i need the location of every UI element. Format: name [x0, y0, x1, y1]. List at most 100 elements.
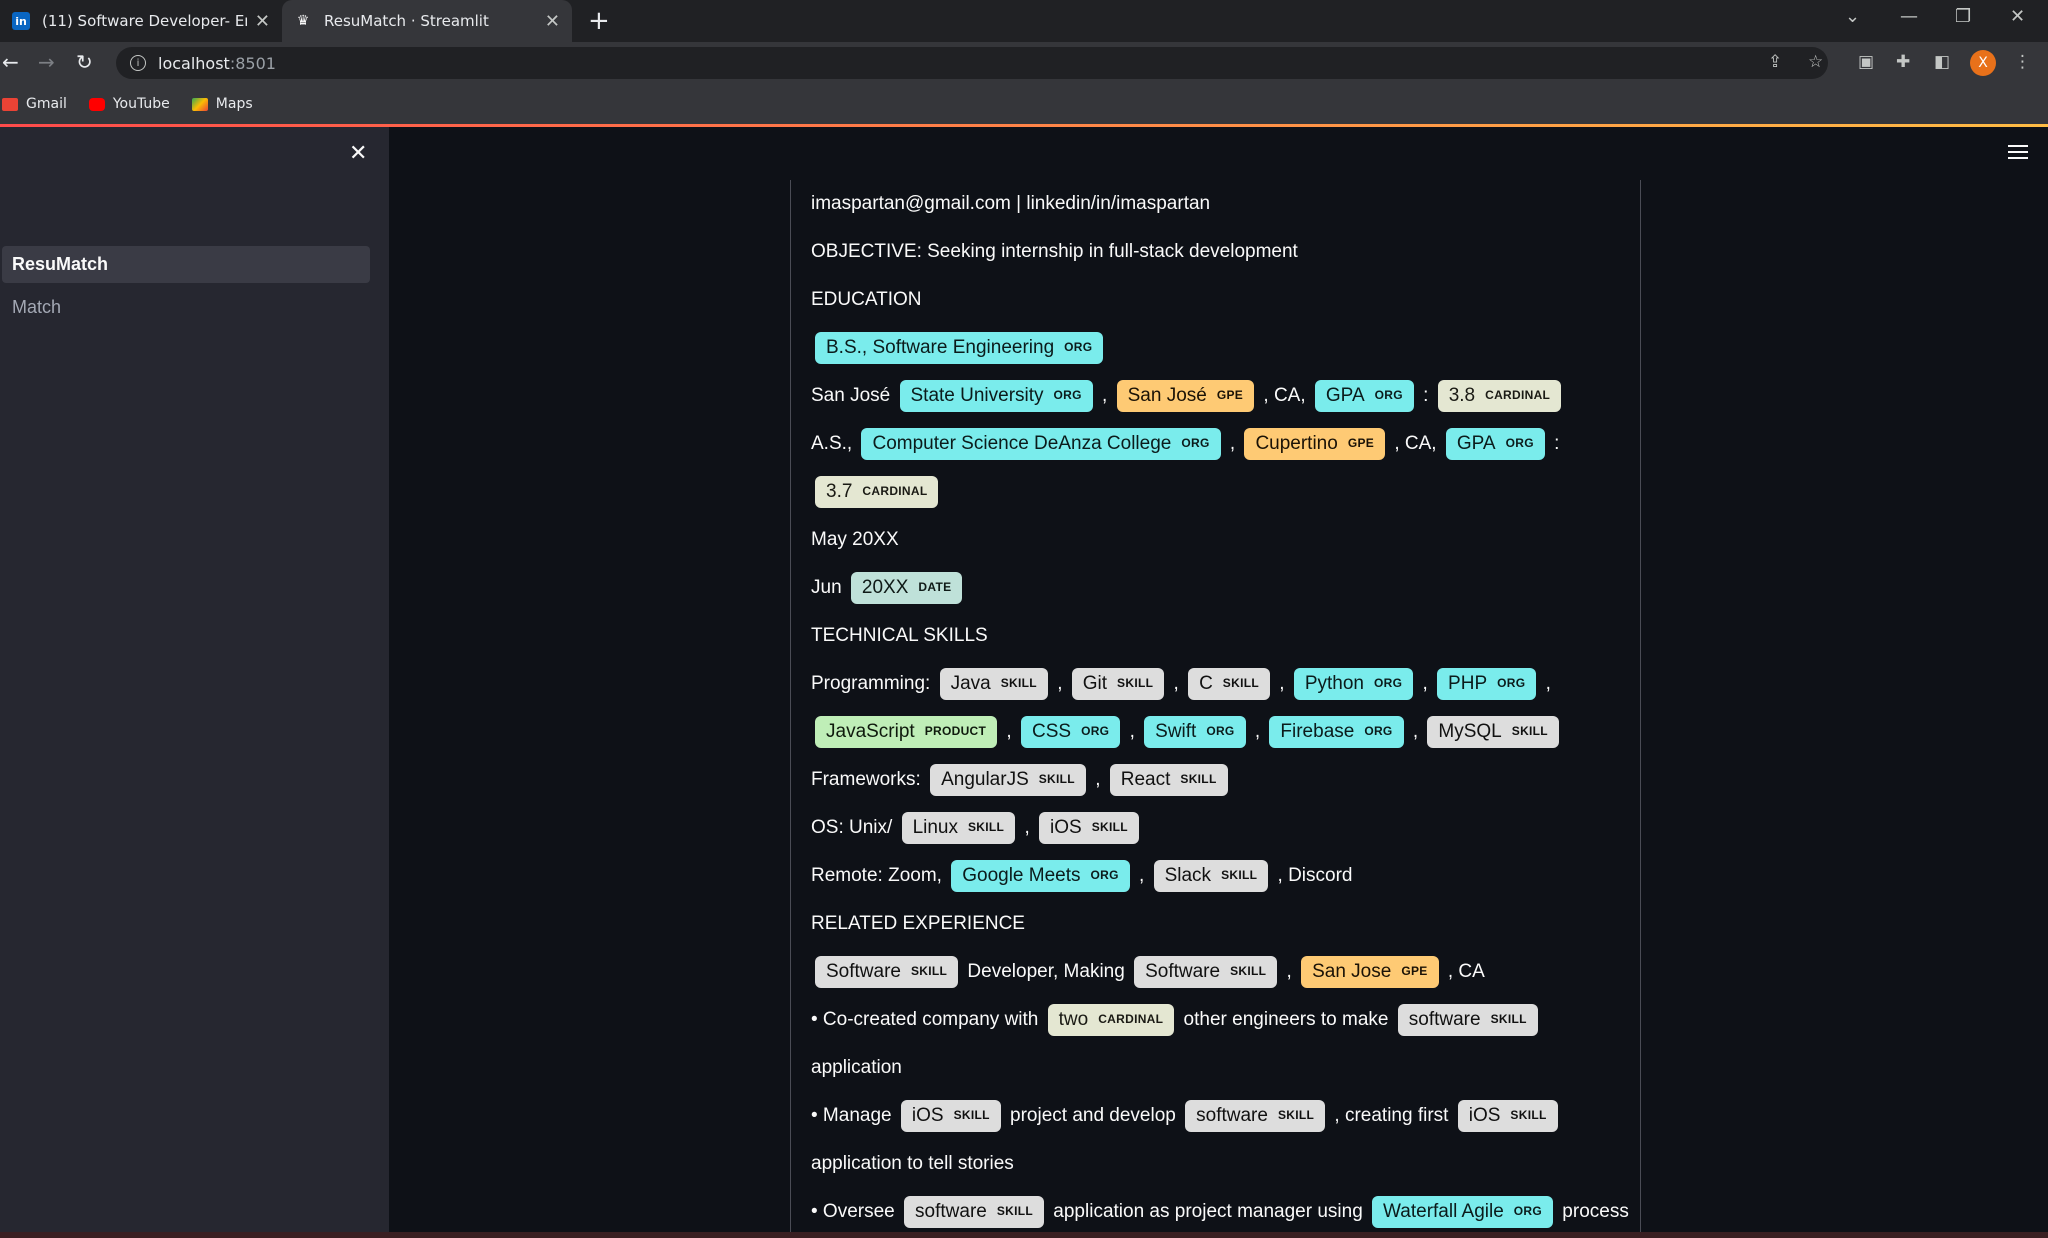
browser-menu-icon[interactable]: ⋮: [2014, 52, 2031, 72]
entity-highlight: Java SKILL: [939, 667, 1048, 701]
browser-tab-resumatch[interactable]: ♛ ResuMatch · Streamlit ✕: [282, 0, 572, 42]
entity-text: Git: [1082, 672, 1108, 694]
resume-line: TECHNICAL SKILLS: [811, 612, 1640, 660]
entity-text: Linux: [912, 816, 958, 838]
entity-text: iOS: [1468, 1104, 1501, 1126]
entity-highlight: San Jose GPE: [1301, 955, 1439, 989]
entity-text: Firebase: [1280, 720, 1355, 742]
resume-text: ,: [1133, 865, 1150, 886]
entity-highlight: software SKILL: [1397, 1003, 1538, 1037]
entity-label: ORG: [1374, 388, 1403, 403]
entity-highlight: GPA ORG: [1314, 379, 1414, 413]
entity-label: ORG: [1513, 1204, 1543, 1219]
url-port: :8501: [229, 53, 276, 73]
gmail-icon: [2, 97, 18, 111]
address-bar[interactable]: i localhost:8501: [116, 47, 1828, 79]
entity-highlight: 20XX DATE: [850, 571, 963, 605]
entity-highlight: iOS SKILL: [1039, 811, 1139, 845]
bookmark-youtube[interactable]: YouTube: [88, 96, 170, 112]
entity-highlight: 3.8 CARDINAL: [1437, 379, 1562, 413]
site-info-icon[interactable]: i: [130, 55, 146, 71]
entity-highlight: JavaScript PRODUCT: [815, 715, 998, 749]
entity-text: GPA: [1456, 432, 1496, 454]
close-window-icon[interactable]: ✕: [2010, 6, 2025, 27]
back-icon[interactable]: ←: [2, 50, 19, 74]
resume-text: , CA: [1442, 961, 1485, 982]
entity-highlight: 3.7 CARDINAL: [815, 475, 939, 509]
tab-search-icon[interactable]: ⌄: [1845, 6, 1860, 27]
resume-text: ,: [1273, 673, 1290, 694]
resume-line: Programming: Java SKILL , Git SKILL , C SKI…: [811, 660, 1640, 708]
resume-text: • Oversee: [811, 1201, 901, 1222]
close-sidebar-icon[interactable]: ✕: [349, 141, 367, 166]
resume-text: process: [1557, 1201, 1629, 1222]
resume-text: ,: [1089, 769, 1106, 790]
browser-tab-linkedin[interactable]: in (11) Software Developer- Entry Le ✕: [0, 0, 282, 42]
resume-text: :: [1548, 433, 1560, 454]
profile-avatar[interactable]: X: [1970, 50, 1996, 76]
resume-text: ,: [1407, 721, 1424, 742]
resume-text: :: [1417, 385, 1434, 406]
browser-toolbar: ← → ↻ i localhost:8501 ⇪ ☆ ▣ ✚ ◧ X ⋮: [0, 42, 2048, 84]
forward-icon[interactable]: →: [38, 50, 55, 74]
resume-line: RELATED EXPERIENCE: [811, 900, 1640, 948]
bookmark-label: Gmail: [26, 96, 67, 112]
resume-text: , CA,: [1389, 433, 1442, 454]
resume-text: • Manage: [811, 1105, 897, 1126]
entity-label: ORG: [1053, 388, 1082, 403]
entity-text: Python: [1304, 672, 1364, 694]
entity-label: SKILL: [1221, 868, 1258, 883]
close-tab-icon[interactable]: ✕: [255, 11, 270, 32]
resume-text: ,: [1540, 673, 1551, 694]
entity-label: SKILL: [1117, 676, 1154, 691]
bookmark-label: YouTube: [112, 96, 170, 112]
resume-text: , creating first: [1329, 1105, 1454, 1126]
restore-icon[interactable]: ❐: [1955, 6, 1971, 27]
minimize-icon[interactable]: —: [1900, 6, 1918, 27]
resume-text: ,: [1249, 721, 1266, 742]
entity-text: Google Meets: [962, 864, 1081, 886]
entity-text: iOS: [1050, 816, 1082, 838]
entity-label: CARDINAL: [862, 484, 928, 499]
entity-label: ORG: [1090, 868, 1119, 883]
resume-line: Jun 20XX DATE: [811, 564, 1640, 612]
side-panel-icon[interactable]: ◧: [1934, 52, 1950, 72]
resume-line: A.S., Computer Science DeAnza College ORG…: [811, 420, 1640, 468]
share-icon[interactable]: ⇪: [1768, 52, 1782, 72]
entity-highlight: Computer Science DeAnza College ORG: [861, 427, 1221, 461]
entity-label: SKILL: [1222, 676, 1259, 691]
resume-text: OBJECTIVE: Seeking internship in full-st…: [811, 241, 1298, 262]
close-tab-icon[interactable]: ✕: [545, 11, 560, 32]
bookmark-maps[interactable]: Maps: [191, 96, 253, 112]
extension-badge-icon[interactable]: ▣: [1858, 52, 1874, 72]
url-host: localhost: [158, 53, 230, 73]
main-menu-icon[interactable]: [2008, 145, 2028, 163]
sidebar-item-match[interactable]: Match: [2, 289, 370, 326]
extensions-icon[interactable]: ✚: [1896, 52, 1910, 72]
entity-text: Java: [950, 672, 991, 694]
bookmark-gmail[interactable]: Gmail: [2, 96, 67, 112]
entity-text: MySQL: [1438, 720, 1502, 742]
entity-text: San Jose: [1312, 960, 1392, 982]
sidebar-item-resumatch[interactable]: ResuMatch: [2, 246, 370, 283]
entity-highlight: Python ORG: [1293, 667, 1414, 701]
entity-text: JavaScript: [826, 720, 915, 742]
resume-text: May 20XX: [811, 529, 899, 550]
resume-text: Developer, Making: [962, 961, 1131, 982]
bookmark-star-icon[interactable]: ☆: [1808, 52, 1823, 72]
resume-text: imaspartan@gmail.com | linkedin/in/imasp…: [811, 193, 1211, 214]
reload-icon[interactable]: ↻: [76, 50, 93, 74]
entity-text: Waterfall Agile: [1383, 1200, 1504, 1222]
entity-highlight: Software SKILL: [1134, 955, 1278, 989]
entity-highlight: Cupertino GPE: [1244, 427, 1386, 461]
entity-highlight: Firebase ORG: [1269, 715, 1404, 749]
resume-document: imaspartan@gmail.com | linkedin/in/imasp…: [790, 180, 1641, 1238]
resume-text: • Co-created company with: [811, 1009, 1044, 1030]
new-tab-icon[interactable]: +: [588, 6, 610, 36]
entity-text: two: [1058, 1008, 1089, 1030]
entity-text: Software: [1145, 960, 1221, 982]
entity-label: SKILL: [1490, 1012, 1527, 1027]
resume-text: TECHNICAL SKILLS: [811, 625, 988, 646]
entity-highlight: C SKILL: [1188, 667, 1270, 701]
entity-label: SKILL: [1510, 1108, 1547, 1123]
